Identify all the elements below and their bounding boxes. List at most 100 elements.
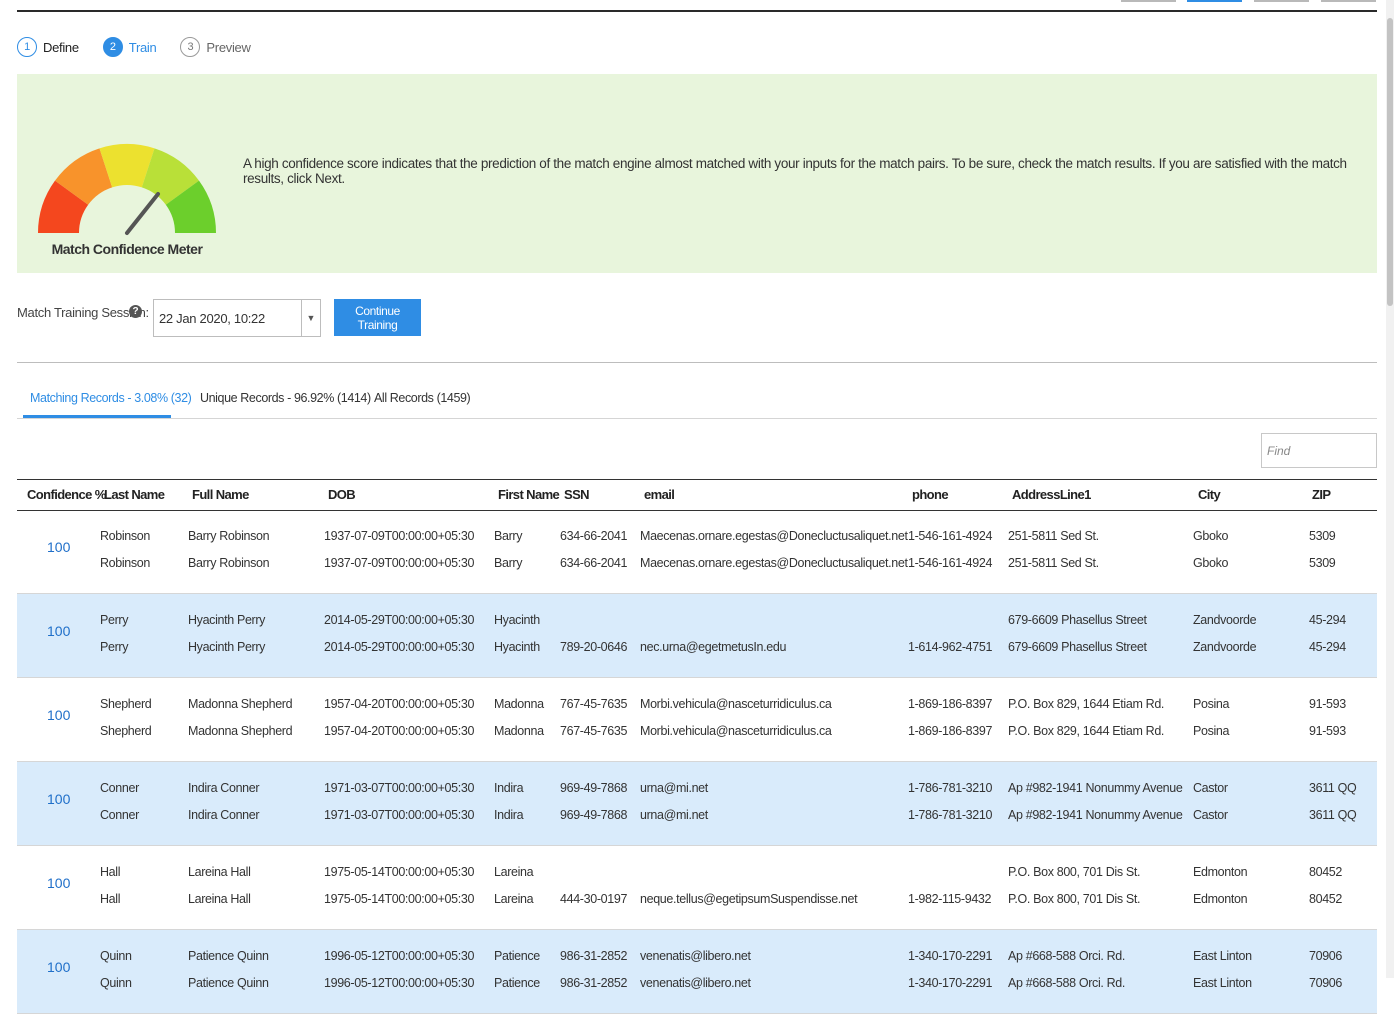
match-pairs-table: 100 Robinson Barry Robinson 1937-07-09T00:0… — [17, 510, 1377, 1014]
cell-phone: 1-786-781-3210 — [908, 808, 993, 822]
cell-full-name: Lareina Hall — [188, 865, 251, 879]
cell-city: Castor — [1193, 781, 1228, 795]
cell-email: urna@mi.net — [640, 808, 708, 822]
dropdown-arrow-icon[interactable]: ▼ — [301, 300, 320, 336]
confidence-score[interactable]: 100 — [47, 539, 70, 555]
cell-ssn: 969-49-7868 — [560, 781, 628, 795]
meter-label: Match Confidence Meter — [51, 241, 203, 257]
cell-city: Zandvoorde — [1193, 613, 1257, 627]
column-header-email[interactable]: email — [644, 487, 675, 502]
column-header-confidence[interactable]: Confidence % — [27, 487, 106, 502]
tab-unique-records[interactable]: Unique Records - 96.92% (1414) — [200, 391, 371, 405]
column-header-ssn[interactable]: SSN — [564, 487, 590, 502]
confidence-score[interactable]: 100 — [47, 875, 70, 891]
confidence-score[interactable]: 100 — [47, 707, 70, 723]
confidence-score[interactable]: 100 — [47, 623, 70, 639]
cell-ssn: 986-31-2852 — [560, 949, 628, 963]
table-row[interactable]: 100 Conner Indira Conner 1971-03-07T00:00:0… — [17, 762, 1377, 846]
cell-email: nec.urna@egetmetusIn.edu — [640, 640, 787, 654]
toolbar-button-edge[interactable] — [1321, 0, 1376, 2]
toolbar-primary-button-edge[interactable] — [1187, 0, 1242, 2]
column-header-dob[interactable]: DOB — [328, 487, 356, 502]
cell-dob: 2014-05-29T00:00:00+05:30 — [324, 613, 475, 627]
step-train[interactable]: 2 Train — [102, 37, 157, 57]
records-tabs: Matching Records - 3.08% (32) Unique Rec… — [17, 388, 1377, 419]
session-value: 22 Jan 2020, 10:22 — [159, 311, 265, 326]
cell-ssn: 789-20-0646 — [560, 640, 628, 654]
gauge-needle — [125, 192, 160, 235]
cell-ssn: 969-49-7868 — [560, 808, 628, 822]
cell-addressline1: P.O. Box 829, 1644 Etiam Rd. — [1008, 724, 1165, 738]
gauge-icon — [38, 144, 216, 235]
confidence-score[interactable]: 100 — [47, 959, 70, 975]
cell-addressline1: P.O. Box 800, 701 Dis St. — [1008, 865, 1141, 879]
cell-dob: 1971-03-07T00:00:00+05:30 — [324, 781, 475, 795]
cell-city: Posina — [1193, 724, 1230, 738]
header-divider — [17, 10, 1377, 12]
column-header-full-name[interactable]: Full Name — [192, 487, 249, 502]
cell-full-name: Hyacinth Perry — [188, 640, 266, 654]
scrollbar-thumb[interactable] — [1387, 18, 1393, 306]
cell-phone: 1-546-161-4924 — [908, 556, 993, 570]
cell-last-name: Quinn — [100, 976, 132, 990]
cell-full-name: Barry Robinson — [188, 556, 270, 570]
cell-full-name: Lareina Hall — [188, 892, 251, 906]
cell-first-name: Patience — [494, 976, 540, 990]
cell-addressline1: 679-6609 Phasellus Street — [1008, 613, 1147, 627]
cell-ssn: 767-45-7635 — [560, 697, 628, 711]
step-define[interactable]: 1 Define — [17, 37, 79, 57]
confidence-score[interactable]: 100 — [47, 791, 70, 807]
cell-ssn: 634-66-2041 — [560, 556, 628, 570]
continue-training-button[interactable]: Continue Training — [334, 299, 421, 336]
cell-full-name: Madonna Shepherd — [188, 724, 293, 738]
vertical-scrollbar[interactable] — [1386, 0, 1394, 978]
column-header-last-name[interactable]: Last Name — [104, 487, 165, 502]
cell-first-name: Hyacinth — [494, 640, 540, 654]
cell-city: Edmonton — [1193, 865, 1248, 879]
cell-ssn: 767-45-7635 — [560, 724, 628, 738]
table-row[interactable]: 100 Perry Hyacinth Perry 2014-05-29T00:00:0… — [17, 594, 1377, 678]
cell-dob: 1937-07-09T00:00:00+05:30 — [324, 556, 475, 570]
cell-email: Maecenas.ornare.egestas@Donecluctusaliqu… — [640, 529, 908, 543]
cell-addressline1: 251-5811 Sed St. — [1008, 556, 1099, 570]
cell-full-name: Indira Conner — [188, 808, 260, 822]
cell-ssn: 986-31-2852 — [560, 976, 628, 990]
table-row[interactable]: 100 Hall Lareina Hall 1975-05-14T00:00:00+0… — [17, 846, 1377, 930]
cell-email: venenatis@libero.net — [640, 949, 751, 963]
cell-last-name: Robinson — [100, 556, 151, 570]
cell-email: neque.tellus@egetipsumSuspendisse.net — [640, 892, 858, 906]
column-header-first-name[interactable]: First Name — [498, 487, 560, 502]
step-number: 3 — [180, 37, 201, 57]
cell-zip: 5309 — [1309, 529, 1336, 543]
cell-first-name: Madonna — [494, 724, 544, 738]
cell-phone: 1-982-115-9432 — [908, 892, 992, 906]
cell-phone: 1-340-170-2291 — [908, 949, 993, 963]
table-row[interactable]: 100 Shepherd Madonna Shepherd 1957-04-20T00… — [17, 678, 1377, 762]
cell-city: East Linton — [1193, 949, 1252, 963]
cell-last-name: Conner — [100, 781, 139, 795]
table-row[interactable]: 100 Quinn Patience Quinn 1996-05-12T00:00:0… — [17, 930, 1377, 1014]
toolbar-button-edge[interactable] — [1121, 0, 1176, 2]
step-preview[interactable]: 3 Preview — [180, 37, 251, 57]
cell-first-name: Hyacinth — [494, 613, 540, 627]
session-select[interactable]: 22 Jan 2020, 10:22 ▼ — [153, 299, 321, 337]
column-header-phone[interactable]: phone — [912, 487, 949, 502]
cell-first-name: Barry — [494, 556, 523, 570]
column-header-addressline1[interactable]: AddressLine1 — [1012, 487, 1091, 502]
help-icon[interactable]: ? — [129, 305, 142, 318]
step-number: 2 — [102, 37, 123, 57]
find-input[interactable] — [1261, 433, 1377, 468]
tab-all-records[interactable]: All Records (1459) — [374, 391, 471, 405]
cell-phone: 1-869-186-8397 — [908, 697, 993, 711]
step-number: 1 — [17, 37, 37, 57]
column-header-city[interactable]: City — [1198, 487, 1221, 502]
table-row[interactable]: 100 Robinson Barry Robinson 1937-07-09T00:0… — [17, 510, 1377, 594]
column-header-zip[interactable]: ZIP — [1312, 487, 1331, 502]
cell-zip: 80452 — [1309, 865, 1343, 879]
tab-matching-records[interactable]: Matching Records - 3.08% (32) — [30, 391, 192, 405]
cell-zip: 3611 QQ — [1309, 781, 1357, 795]
cell-email: Morbi.vehicula@nasceturridiculus.ca — [640, 697, 832, 711]
cell-dob: 1971-03-07T00:00:00+05:30 — [324, 808, 475, 822]
toolbar-button-edge[interactable] — [1254, 0, 1309, 2]
cell-city: Gboko — [1193, 556, 1229, 570]
